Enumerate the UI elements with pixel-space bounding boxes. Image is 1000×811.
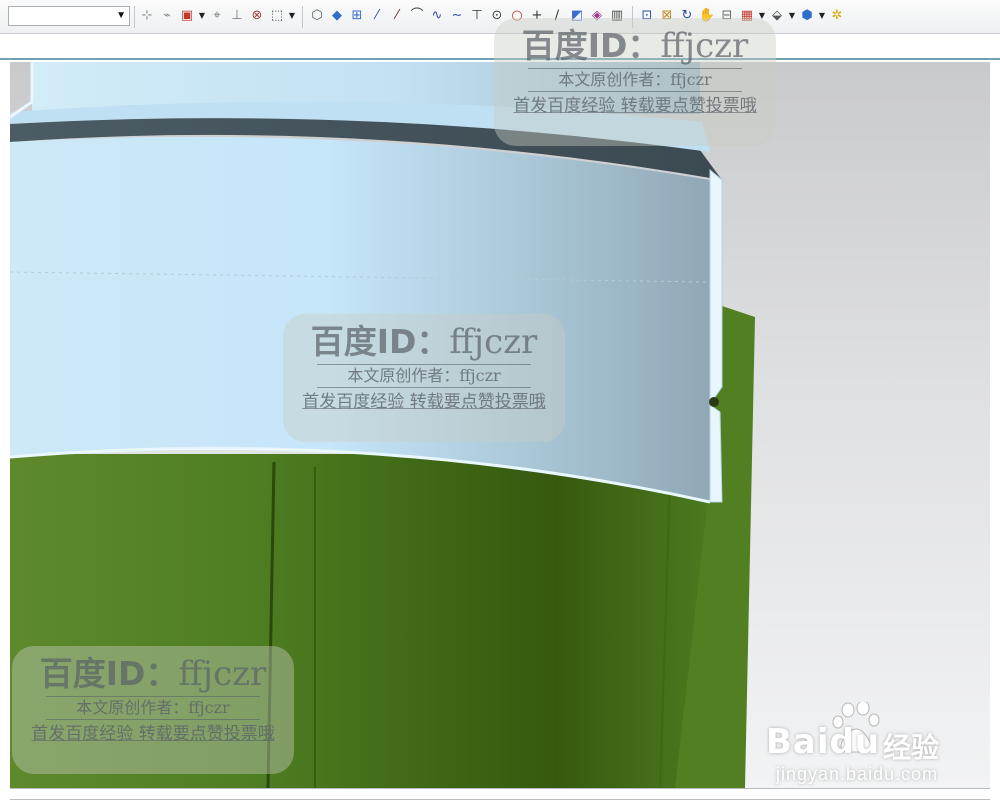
point-on-curve-icon[interactable]: ⌁ <box>158 7 176 25</box>
left-edge-highlight <box>10 62 34 119</box>
window-frame-left <box>0 62 10 811</box>
end-point-icon[interactable]: ⌖ <box>208 7 226 25</box>
chevron-down-icon[interactable]: ▼ <box>116 7 126 25</box>
chevron-down-icon[interactable]: ▼ <box>198 9 206 23</box>
watermark-slogan: 首发百度经验 转载要点赞投票哦 <box>302 392 546 412</box>
solid-body-icon[interactable]: ⬡ <box>308 7 326 25</box>
baidu-url: jingyan.baidu.com <box>776 764 939 784</box>
baidu-product-name: 经验 <box>883 731 940 764</box>
blue-ring-rim <box>709 168 723 503</box>
watermark-id-value: ffjczr <box>449 322 538 362</box>
display-mode-icon[interactable]: ⬙ <box>768 7 786 25</box>
watermark-id-label: 百度ID： <box>521 26 661 65</box>
more-tools-icon[interactable]: ✲ <box>828 7 846 25</box>
view-cube-icon[interactable]: ⬢ <box>798 7 816 25</box>
select-feature-icon[interactable]: ▣ <box>178 7 196 25</box>
watermark: 百度ID：ffjczr 本文原创作者：ffjczr 首发百度经验 转载要点赞投票… <box>12 646 294 774</box>
rectangle-select-icon[interactable]: ⬚ <box>268 7 286 25</box>
chevron-down-icon[interactable]: ▼ <box>288 9 296 23</box>
mid-point-icon[interactable]: ⊥ <box>228 7 246 25</box>
watermark-slogan: 首发百度经验 转载要点赞投票哦 <box>513 96 757 116</box>
chevron-down-icon[interactable]: ▼ <box>818 9 826 23</box>
line-two-point-icon[interactable]: ⁄ <box>388 7 406 25</box>
watermark: 百度ID：ffjczr 本文原创作者：ffjczr 首发百度经验 转载要点赞投票… <box>283 314 565 442</box>
wave-curve-icon[interactable]: ∼ <box>448 7 466 25</box>
shaded-cube-icon[interactable]: ◆ <box>328 7 346 25</box>
spline-icon[interactable]: ∿ <box>428 7 446 25</box>
watermark-slogan: 首发百度经验 转载要点赞投票哦 <box>31 724 275 744</box>
selection-filter-dropdown[interactable]: ▼ <box>8 6 130 26</box>
status-strip <box>10 788 990 800</box>
baidu-logo-text: Baidu <box>766 722 881 762</box>
rim-notch <box>709 397 719 407</box>
watermark-id-label: 百度ID： <box>310 322 450 361</box>
snap-point-icon[interactable]: ⊹ <box>138 7 156 25</box>
watermark-author: 本文原创作者：ffjczr <box>317 364 531 388</box>
watermark-id-value: ffjczr <box>178 654 267 694</box>
perpendicular-icon[interactable]: ⊤ <box>468 7 486 25</box>
arc-icon[interactable]: ⌒ <box>408 7 426 25</box>
line-icon[interactable]: ⁄ <box>368 7 386 25</box>
toolbar-separator <box>134 6 135 28</box>
watermark-id-label: 百度ID： <box>39 654 179 693</box>
window-frame-right <box>990 62 1000 811</box>
toolbar-separator <box>302 6 303 28</box>
watermark-author: 本文原创作者：ffjczr <box>46 696 260 720</box>
watermark-author: 本文原创作者：ffjczr <box>528 68 742 92</box>
chevron-down-icon[interactable]: ▼ <box>788 9 796 23</box>
watermark: 百度ID：ffjczr 本文原创作者：ffjczr 首发百度经验 转载要点赞投票… <box>494 18 776 146</box>
watermark-id-value: ffjczr <box>660 26 749 66</box>
snap-grid-icon[interactable]: ⊞ <box>348 7 366 25</box>
intersection-point-icon[interactable]: ⊗ <box>248 7 266 25</box>
